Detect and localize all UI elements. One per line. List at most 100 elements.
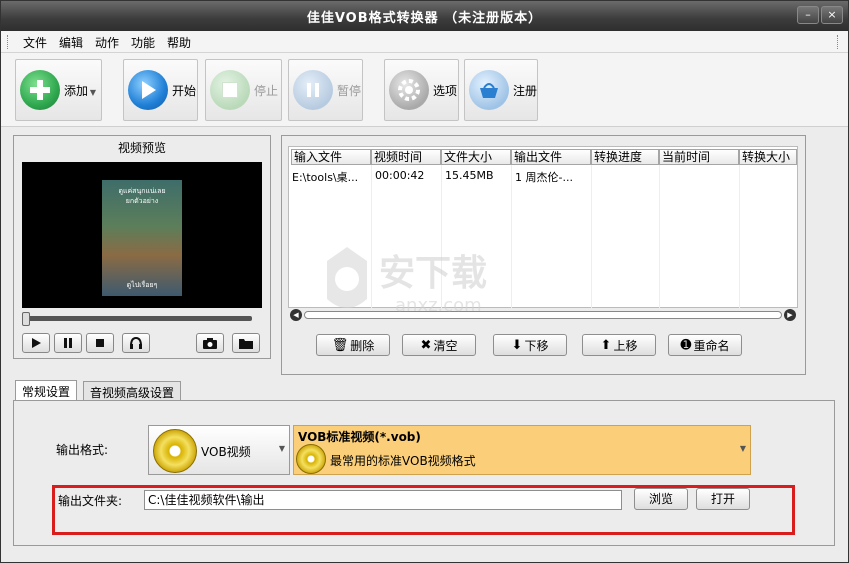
stop-icon	[96, 339, 104, 347]
watermark-domain: anxz.com	[395, 295, 482, 316]
start-label: 开始	[172, 83, 197, 98]
close-button[interactable]: ×	[821, 6, 843, 24]
format-description-box[interactable]: VOB标准视频(*.vob) 最常用的标准VOB视频格式 ▼	[293, 425, 751, 475]
chevron-down-icon[interactable]: ▼	[279, 444, 285, 453]
menu-function[interactable]: 功能	[131, 34, 155, 51]
toolbar: 添加 ▼ 开始 停止 暂停 选项 注册	[1, 53, 848, 127]
options-button[interactable]: 选项	[384, 59, 459, 121]
highlight-box	[52, 485, 795, 535]
stop-icon	[210, 70, 250, 110]
play-button[interactable]	[22, 333, 50, 353]
window-title: 佳佳VOB格式转换器 （未注册版本）	[306, 11, 543, 26]
output-format-label: 输出格式:	[56, 443, 109, 457]
table-cell[interactable]: E:\tools\桌...	[292, 169, 368, 185]
video-caption-2: ยกตัวอย่าง	[125, 197, 159, 205]
video-preview-panel: 视频预览 ดูแค่สนุกแน่เลย ยกตัวอย่าง ดูไปเรื่…	[13, 135, 271, 359]
move-down-button[interactable]: ⬇ 下移	[493, 334, 567, 356]
table-cell[interactable]: 15.45MB	[445, 169, 509, 182]
register-button[interactable]: 注册	[464, 59, 538, 121]
camera-icon	[203, 337, 217, 349]
volume-button[interactable]	[122, 333, 150, 353]
video-display: ดูแค่สนุกแน่เลย ยกตัวอย่าง ดูไปเรื่อยๆ	[22, 162, 262, 308]
chevron-down-icon[interactable]: ▼	[90, 88, 96, 97]
move-up-label: 上移	[613, 338, 638, 353]
gear-icon	[389, 70, 429, 110]
options-label: 选项	[433, 83, 458, 98]
scroll-left-icon[interactable]: ◀	[290, 309, 302, 321]
menu-grip-right	[837, 35, 840, 49]
arrow-down-icon: ⬇	[511, 337, 523, 353]
trash-icon: 🗑	[331, 337, 349, 353]
column-header[interactable]: 转换进度	[591, 149, 659, 165]
folder-icon	[239, 338, 253, 349]
column-header[interactable]: 当前时间	[659, 149, 739, 165]
arrow-up-icon: ⬆	[600, 337, 612, 353]
chevron-down-icon[interactable]: ▼	[740, 444, 746, 453]
format-description: 最常用的标准VOB视频格式	[330, 454, 476, 468]
dvd-disc-icon	[296, 444, 326, 474]
column-header[interactable]: 转换大小	[739, 149, 797, 165]
open-folder-button[interactable]	[232, 333, 260, 353]
column-divider	[591, 165, 592, 309]
play-icon	[128, 70, 168, 110]
scroll-right-icon[interactable]: ▶	[784, 309, 796, 321]
pause-button[interactable]: 暂停	[288, 59, 363, 121]
minimize-button[interactable]: –	[797, 6, 819, 24]
menu-action[interactable]: 动作	[95, 34, 119, 51]
clear-button[interactable]: ✖ 清空	[402, 334, 476, 356]
pause-icon	[64, 338, 72, 348]
tab-advanced[interactable]: 音视频高级设置	[83, 381, 182, 401]
pause-playback-button[interactable]	[54, 333, 82, 353]
column-header[interactable]: 文件大小	[441, 149, 511, 165]
format-title: VOB标准视频(*.vob)	[298, 430, 421, 444]
column-divider	[659, 165, 660, 309]
seek-bar[interactable]	[24, 316, 252, 321]
menu-file[interactable]: 文件	[23, 34, 47, 51]
column-header[interactable]: 视频时间	[371, 149, 441, 165]
seek-thumb[interactable]	[22, 312, 30, 326]
menu-help[interactable]: 帮助	[167, 34, 191, 51]
title-bar[interactable]: 佳佳VOB格式转换器 （未注册版本） – ×	[1, 1, 848, 31]
basket-icon	[469, 70, 509, 110]
add-button[interactable]: 添加 ▼	[15, 59, 102, 121]
format-name: VOB视频	[201, 445, 251, 459]
menu-grip	[7, 35, 10, 49]
table-cell[interactable]: 1 周杰伦-...	[515, 169, 589, 185]
stop-playback-button[interactable]	[86, 333, 114, 353]
x-icon: ✖	[420, 337, 432, 353]
register-label: 注册	[513, 83, 538, 98]
pause-label: 暂停	[337, 83, 362, 98]
format-selector[interactable]: VOB视频 ▼	[148, 425, 290, 475]
rename-label: 重命名	[693, 338, 730, 353]
column-divider	[739, 165, 740, 309]
preview-title: 视频预览	[117, 141, 166, 155]
delete-label: 删除	[350, 338, 375, 353]
rename-button[interactable]: ➊ 重命名	[668, 334, 742, 356]
plus-icon	[20, 70, 60, 110]
tab-general[interactable]: 常规设置	[15, 380, 78, 401]
move-up-button[interactable]: ⬆ 上移	[582, 334, 656, 356]
stop-button[interactable]: 停止	[205, 59, 282, 121]
start-button[interactable]: 开始	[123, 59, 198, 121]
play-icon	[32, 338, 41, 348]
headphones-icon	[130, 337, 142, 349]
video-frame: ดูแค่สนุกแน่เลย ยกตัวอย่าง ดูไปเรื่อยๆ	[102, 180, 182, 296]
stop-label: 停止	[254, 83, 279, 98]
add-label: 添加	[64, 83, 89, 98]
app-window: 佳佳VOB格式转换器 （未注册版本） – × 文件 编辑 动作 功能 帮助 添加…	[0, 0, 849, 563]
dvd-disc-icon	[153, 429, 197, 473]
video-caption-3: ดูไปเรื่อยๆ	[126, 281, 158, 289]
menu-edit[interactable]: 编辑	[59, 34, 83, 51]
watermark-logo-icon: 安下载 anxz.com	[327, 247, 487, 316]
clear-label: 清空	[433, 338, 458, 353]
delete-button[interactable]: 🗑 删除	[316, 334, 390, 356]
snapshot-button[interactable]	[196, 333, 224, 353]
menu-bar: 文件 编辑 动作 功能 帮助	[1, 31, 848, 53]
pause-icon	[293, 70, 333, 110]
rename-icon: ➊	[680, 337, 692, 353]
table-cell[interactable]: 00:00:42	[375, 169, 439, 182]
column-header[interactable]: 输出文件	[511, 149, 591, 165]
column-header[interactable]: 输入文件	[291, 149, 371, 165]
watermark-brand: 安下载	[379, 253, 487, 294]
move-down-label: 下移	[524, 338, 549, 353]
